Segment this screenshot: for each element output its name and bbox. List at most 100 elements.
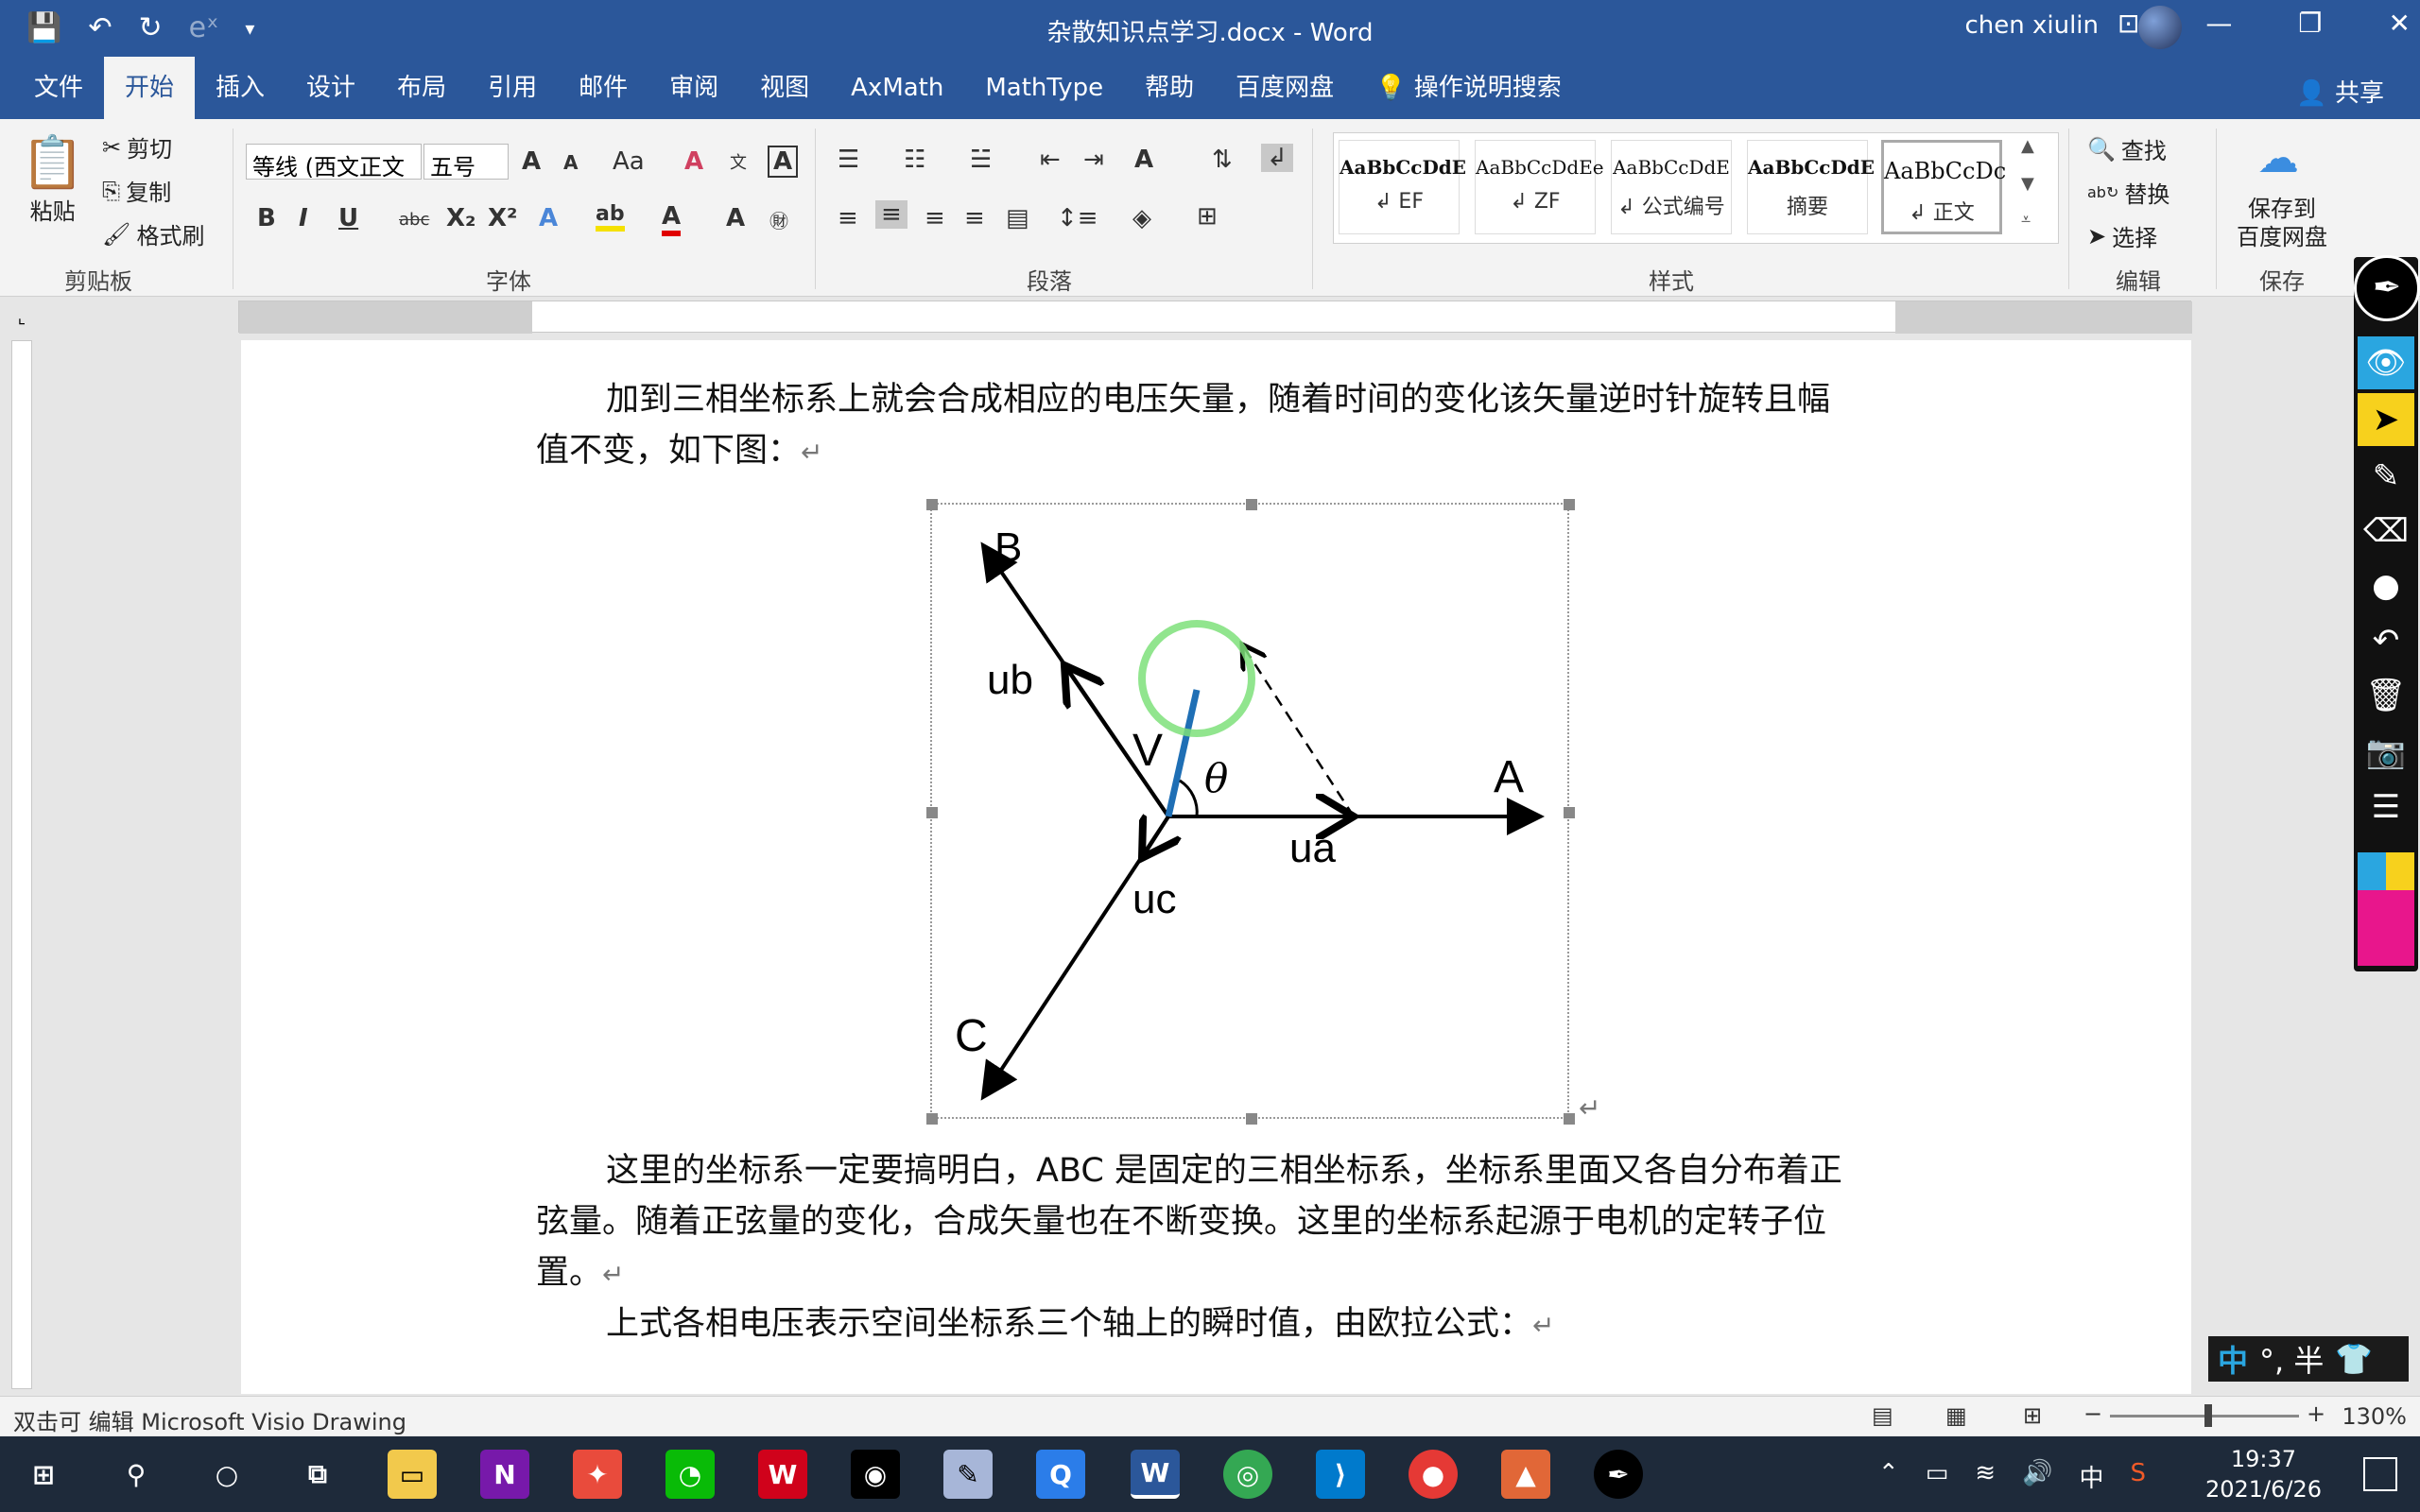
cut-button[interactable]: ✂ 剪切 — [102, 130, 172, 163]
visio-drawing[interactable]: B ub V θ A ua uc C ↵ — [926, 499, 1600, 1125]
share-button[interactable]: 👤 共享 — [2296, 74, 2384, 109]
highlight-icon[interactable]: ab — [596, 202, 625, 232]
tab-file[interactable]: 文件 — [13, 57, 104, 119]
document-page[interactable]: 加到三相坐标系上就会合成相应的电压矢量，随着时间的变化该矢量逆时针旋转且幅 值不… — [241, 340, 2191, 1394]
vscode-icon[interactable]: ⟩ — [1316, 1450, 1365, 1499]
eye-icon[interactable]: 👁 — [2358, 336, 2414, 389]
align-center-icon[interactable]: ≡ — [875, 200, 908, 229]
multilevel-icon[interactable]: ☱ — [970, 146, 992, 174]
text-effect-icon[interactable]: A — [539, 204, 558, 232]
copy-button[interactable]: ⎘ 复制 — [102, 174, 171, 207]
superscript-button[interactable]: X² — [488, 204, 517, 232]
zoom-in-icon[interactable]: + — [2307, 1400, 2325, 1427]
battery-icon[interactable]: ▭ — [1926, 1459, 1949, 1494]
tab-help[interactable]: 帮助 — [1124, 57, 1215, 119]
shading-icon[interactable]: ◈ — [1132, 204, 1151, 232]
styles-more-icon[interactable]: ⩡ — [2021, 210, 2031, 230]
chinese-layout-icon[interactable]: A — [1134, 146, 1153, 174]
resize-handle[interactable] — [1246, 1113, 1257, 1125]
styles-scroll-down-icon[interactable]: ▼ — [2021, 174, 2034, 194]
tab-view[interactable]: 视图 — [739, 57, 830, 119]
wifi-icon[interactable]: ≋ — [1975, 1459, 1996, 1494]
pencil-icon[interactable]: ✎ — [2358, 450, 2414, 503]
justify-icon[interactable]: ≡ — [964, 204, 985, 232]
pointer-icon[interactable]: ➤ — [2358, 393, 2414, 446]
zoom-out-icon[interactable]: − — [2083, 1400, 2102, 1427]
qq-icon[interactable]: ◉ — [851, 1450, 900, 1499]
underline-button[interactable]: U — [338, 204, 358, 232]
resize-handle[interactable] — [926, 807, 938, 818]
resize-handle[interactable] — [926, 499, 938, 510]
format-painter-button[interactable]: 🖌 格式刷 — [102, 217, 204, 250]
bullets-icon[interactable]: ☰ — [838, 146, 859, 174]
chrome-icon[interactable]: ◎ — [1223, 1450, 1272, 1499]
search-icon[interactable]: ⚲ — [112, 1450, 161, 1499]
vertical-ruler[interactable] — [11, 340, 32, 1389]
font-color-icon[interactable]: A — [662, 202, 682, 236]
char-shading-icon[interactable]: A — [726, 204, 745, 232]
web-layout-icon[interactable]: ⊞ — [2023, 1402, 2042, 1429]
notepad-icon[interactable]: ✎ — [943, 1450, 993, 1499]
ribbon-display-icon[interactable]: ⊡ — [2118, 8, 2139, 39]
pen-app-icon[interactable]: ✒ — [1594, 1450, 1643, 1499]
qiyu-icon[interactable]: Q — [1036, 1450, 1085, 1499]
align-right-icon[interactable]: ≡ — [925, 204, 945, 232]
styles-scroll-up-icon[interactable]: ▲ — [2021, 136, 2034, 156]
style-formula-number[interactable]: AaBbCcDdE ↲ 公式编号 — [1611, 140, 1732, 234]
task-view-icon[interactable]: ⧉ — [293, 1450, 342, 1499]
style-ef[interactable]: AaBbCcDdE ↲ EF — [1339, 140, 1466, 234]
resize-handle[interactable] — [1246, 499, 1257, 510]
read-mode-icon[interactable]: ▤ — [1872, 1402, 1893, 1429]
grow-font-icon[interactable]: A — [522, 147, 541, 176]
pen-tool-icon[interactable]: ✒ — [2354, 255, 2420, 321]
clock[interactable]: 19:37 2021/6/26 — [2205, 1444, 2322, 1504]
sort-icon[interactable]: ⇅ — [1212, 146, 1233, 174]
undo-stroke-icon[interactable]: ↶ — [2358, 614, 2414, 667]
tab-axmath[interactable]: AxMath — [830, 57, 964, 119]
tab-references[interactable]: 引用 — [467, 57, 558, 119]
resize-handle[interactable] — [1564, 1113, 1575, 1125]
tab-layout[interactable]: 布局 — [376, 57, 467, 119]
phonetic-icon[interactable]: 文 — [730, 149, 747, 174]
bold-button[interactable]: B — [257, 204, 276, 232]
wps-icon[interactable]: W — [758, 1450, 807, 1499]
chevron-up-icon[interactable]: ⌃ — [1878, 1459, 1899, 1494]
zoom-slider-thumb[interactable] — [2204, 1404, 2212, 1427]
tell-me-search[interactable]: 💡 操作说明搜索 — [1355, 57, 1582, 119]
trash-icon[interactable]: 🗑 — [2358, 669, 2414, 722]
change-case-icon[interactable]: Aa — [613, 147, 645, 176]
word-icon[interactable]: W — [1131, 1450, 1180, 1499]
windows-start-icon[interactable]: ⊞ — [19, 1450, 68, 1499]
select-button[interactable]: ➤ 选择 — [2087, 219, 2157, 252]
find-button[interactable]: 🔍 查找 — [2087, 132, 2167, 165]
save-to-baidu-button[interactable]: 保存到 百度网盘 — [2237, 195, 2327, 251]
tab-home[interactable]: 开始 — [104, 57, 196, 119]
decrease-indent-icon[interactable]: ⇤ — [1040, 146, 1061, 174]
volume-icon[interactable]: 🔊 — [2022, 1459, 2052, 1494]
onenote-icon[interactable]: N — [480, 1450, 529, 1499]
tab-review[interactable]: 审阅 — [648, 57, 739, 119]
close-icon[interactable]: ✕ — [2389, 8, 2411, 39]
minimize-icon[interactable]: — — [2205, 8, 2232, 39]
user-name[interactable]: chen xiulin — [1964, 11, 2099, 40]
numbering-icon[interactable]: ☷ — [904, 146, 925, 174]
ime-badge[interactable]: 中 °, 半 👕 — [2208, 1336, 2409, 1382]
tab-selector[interactable]: ⌞ — [9, 308, 34, 333]
tab-insert[interactable]: 插入 — [195, 57, 285, 119]
distributed-icon[interactable]: ▤ — [1006, 204, 1029, 232]
record-icon[interactable]: ● — [1409, 1450, 1458, 1499]
resize-handle[interactable] — [926, 1113, 938, 1125]
eraser-icon[interactable]: ⌫ — [2358, 505, 2414, 558]
align-left-icon[interactable]: ≡ — [838, 204, 858, 232]
tab-design[interactable]: 设计 — [285, 57, 376, 119]
style-body-text[interactable]: AaBbCcDc ↲ 正文 — [1881, 140, 2006, 234]
resize-handle[interactable] — [1564, 499, 1575, 510]
char-border-icon[interactable]: A — [768, 146, 799, 178]
clear-format-icon[interactable]: A — [684, 147, 703, 176]
increase-indent-icon[interactable]: ⇥ — [1083, 146, 1104, 174]
zoom-level[interactable]: 130% — [2342, 1403, 2407, 1430]
wechat-icon[interactable]: ◔ — [666, 1450, 715, 1499]
input-method[interactable]: 中 — [2079, 1459, 2103, 1494]
show-marks-icon[interactable]: ↲ — [1261, 144, 1293, 172]
strikethrough-button[interactable]: abc — [399, 210, 429, 230]
